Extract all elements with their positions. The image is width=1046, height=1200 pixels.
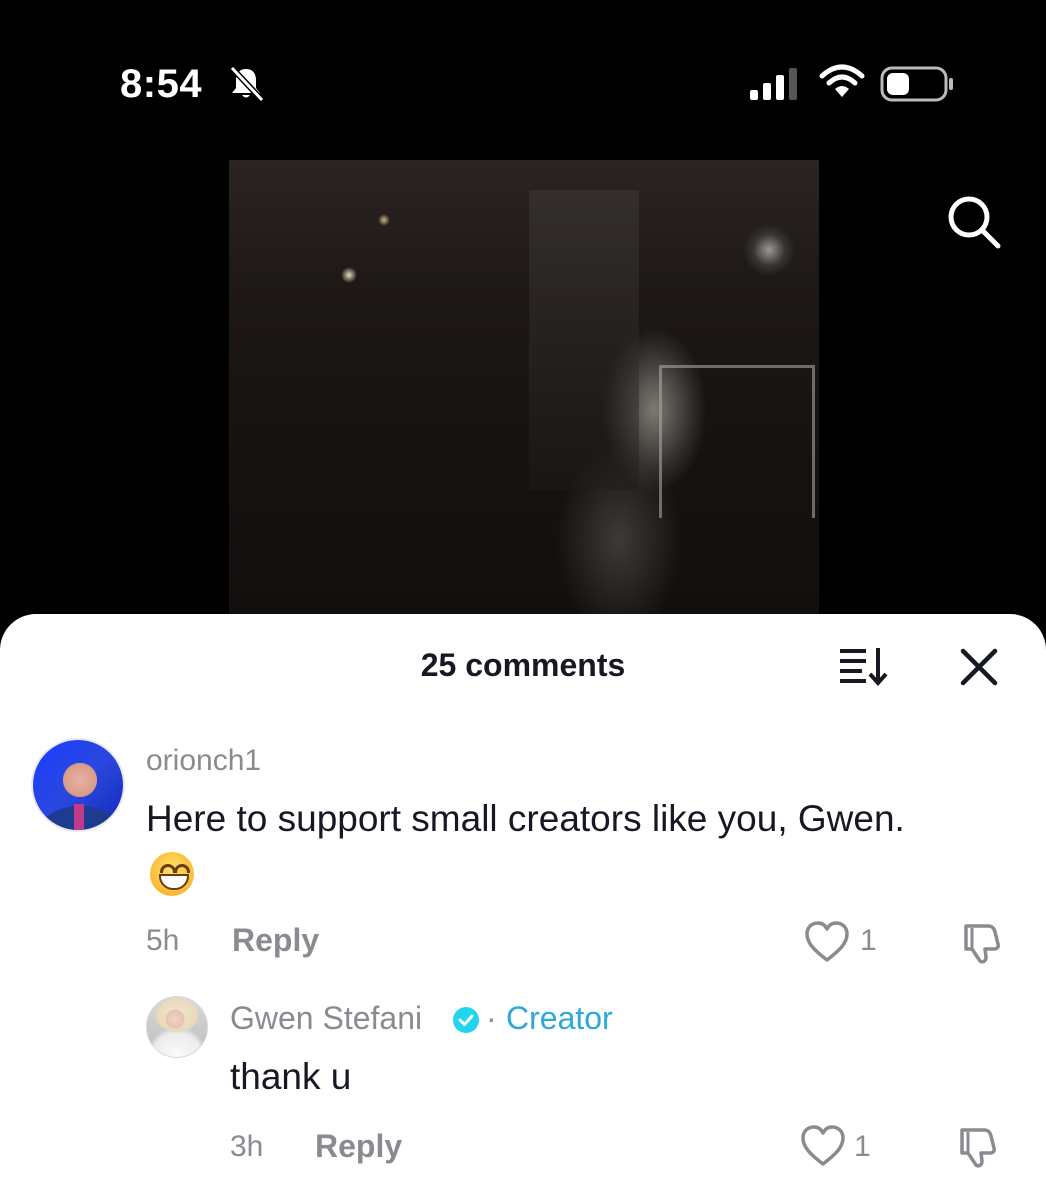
- search-icon[interactable]: [942, 190, 1006, 254]
- dislike-icon[interactable]: [954, 1124, 1000, 1170]
- status-time: 8:54: [120, 62, 203, 106]
- dislike-icon[interactable]: [958, 920, 1004, 966]
- comment-timestamp: 5h: [146, 924, 180, 957]
- reply-username[interactable]: Gwen Stefani: [230, 1000, 422, 1037]
- like-count: 1: [854, 1130, 871, 1163]
- video-player[interactable]: [229, 160, 819, 615]
- separator-dot: ·: [486, 1000, 497, 1036]
- sort-icon[interactable]: [838, 646, 888, 686]
- creator-badge: Creator: [506, 1000, 613, 1036]
- reply-timestamp: 3h: [230, 1130, 264, 1163]
- reply-text: thank u: [230, 1056, 352, 1097]
- grinning-face-emoji: [150, 852, 194, 896]
- reply-button[interactable]: Reply: [232, 922, 319, 959]
- signal-icon: [750, 68, 797, 100]
- like-count: 1: [860, 924, 877, 957]
- wifi-icon: [819, 64, 865, 97]
- battery-icon: [880, 66, 953, 102]
- heart-icon[interactable]: [800, 1124, 846, 1168]
- comment-username[interactable]: orionch1: [146, 744, 261, 778]
- close-icon[interactable]: [958, 646, 1000, 688]
- comment-text: Here to support small creators like you,…: [146, 798, 905, 839]
- reply-button[interactable]: Reply: [315, 1128, 402, 1165]
- comments-count-title: 25 comments: [420, 647, 626, 683]
- comments-sheet: 25 comments orionch1 Here to support sma…: [0, 614, 1046, 1200]
- verified-badge-icon: [453, 1007, 479, 1033]
- bell-slash-icon: [229, 65, 265, 103]
- avatar[interactable]: [146, 996, 208, 1058]
- heart-icon[interactable]: [804, 920, 850, 964]
- avatar[interactable]: [31, 738, 125, 832]
